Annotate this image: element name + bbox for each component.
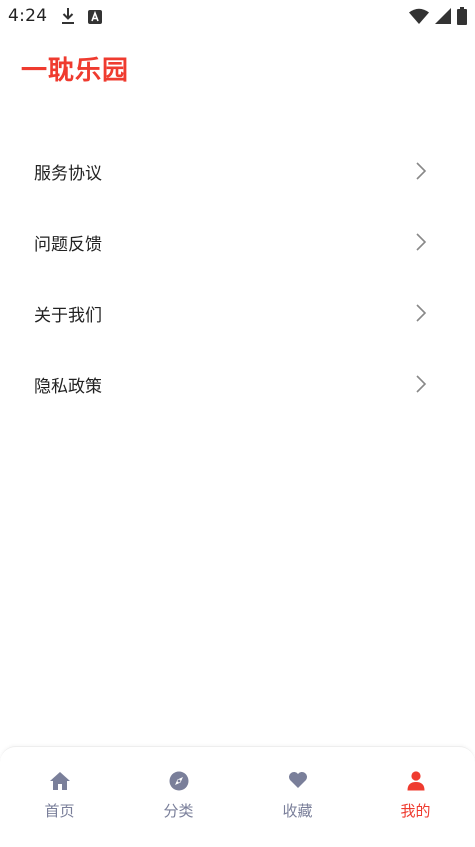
menu-item-privacy-policy[interactable]: 隐私政策 — [0, 349, 475, 420]
tab-label: 收藏 — [282, 802, 313, 820]
download-icon — [60, 7, 76, 30]
cell-signal-icon — [435, 8, 451, 29]
menu-item-label: 问题反馈 — [34, 235, 102, 255]
tab-favorites[interactable]: 收藏 — [238, 747, 357, 847]
menu-item-service-agreement[interactable]: 服务协议 — [0, 136, 475, 207]
home-icon — [49, 771, 71, 795]
status-bar: 4:24 — [0, 0, 475, 33]
tab-label: 分类 — [163, 802, 194, 820]
battery-icon — [457, 7, 467, 30]
menu-item-feedback[interactable]: 问题反馈 — [0, 207, 475, 278]
tab-label: 我的 — [400, 802, 431, 820]
chevron-right-icon — [415, 232, 427, 256]
menu-item-label: 关于我们 — [34, 306, 102, 326]
chevron-right-icon — [415, 161, 427, 185]
menu-item-label: 服务协议 — [34, 164, 102, 184]
heart-icon — [288, 771, 308, 793]
chevron-right-icon — [415, 303, 427, 327]
status-time: 4:24 — [8, 6, 48, 26]
wifi-icon — [409, 8, 429, 29]
menu-item-label: 隐私政策 — [34, 377, 102, 397]
tab-home[interactable]: 首页 — [0, 747, 119, 847]
bottom-tab-bar: 首页 分类 收藏 我的 — [0, 746, 475, 847]
menu-item-about-us[interactable]: 关于我们 — [0, 278, 475, 349]
user-icon — [407, 771, 425, 795]
tab-category[interactable]: 分类 — [119, 747, 238, 847]
app-title: 一耽乐园 — [21, 56, 130, 86]
settings-menu: 服务协议 问题反馈 关于我们 隐私政策 — [0, 136, 475, 420]
tab-mine[interactable]: 我的 — [356, 747, 475, 847]
chevron-right-icon — [415, 374, 427, 398]
compass-icon — [169, 771, 189, 795]
a-badge-icon — [88, 9, 102, 29]
tab-label: 首页 — [44, 802, 75, 820]
